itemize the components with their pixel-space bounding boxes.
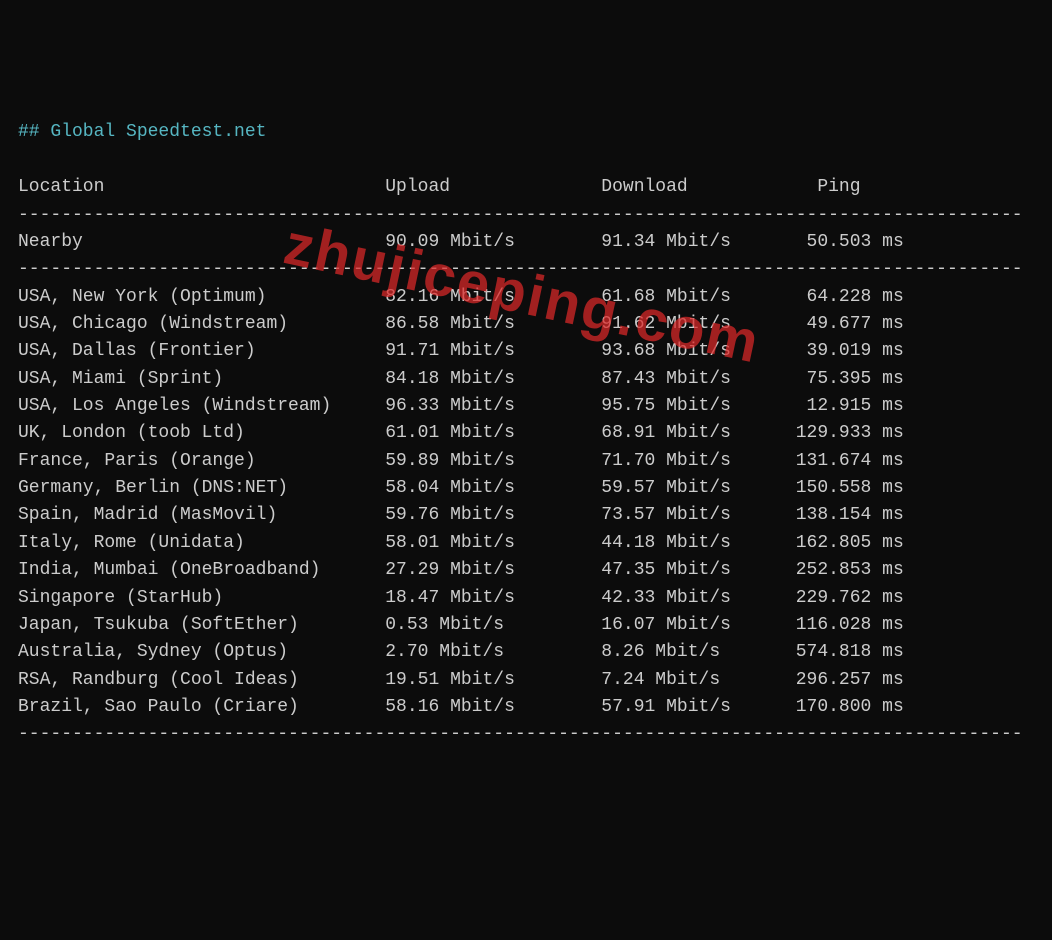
divider: ----------------------------------------… (18, 259, 1023, 279)
divider: ----------------------------------------… (18, 724, 1023, 744)
terminal-output: ## Global Speedtest.net Location Upload … (18, 119, 1034, 748)
header-row: Location Upload Download Ping (18, 177, 861, 197)
data-rows: USA, New York (Optimum) 82.16 Mbit/s 61.… (18, 287, 904, 717)
nearby-row: Nearby 90.09 Mbit/s 91.34 Mbit/s 50.503 … (18, 232, 904, 252)
section-title: ## Global Speedtest.net (18, 122, 266, 142)
divider: ----------------------------------------… (18, 205, 1023, 225)
